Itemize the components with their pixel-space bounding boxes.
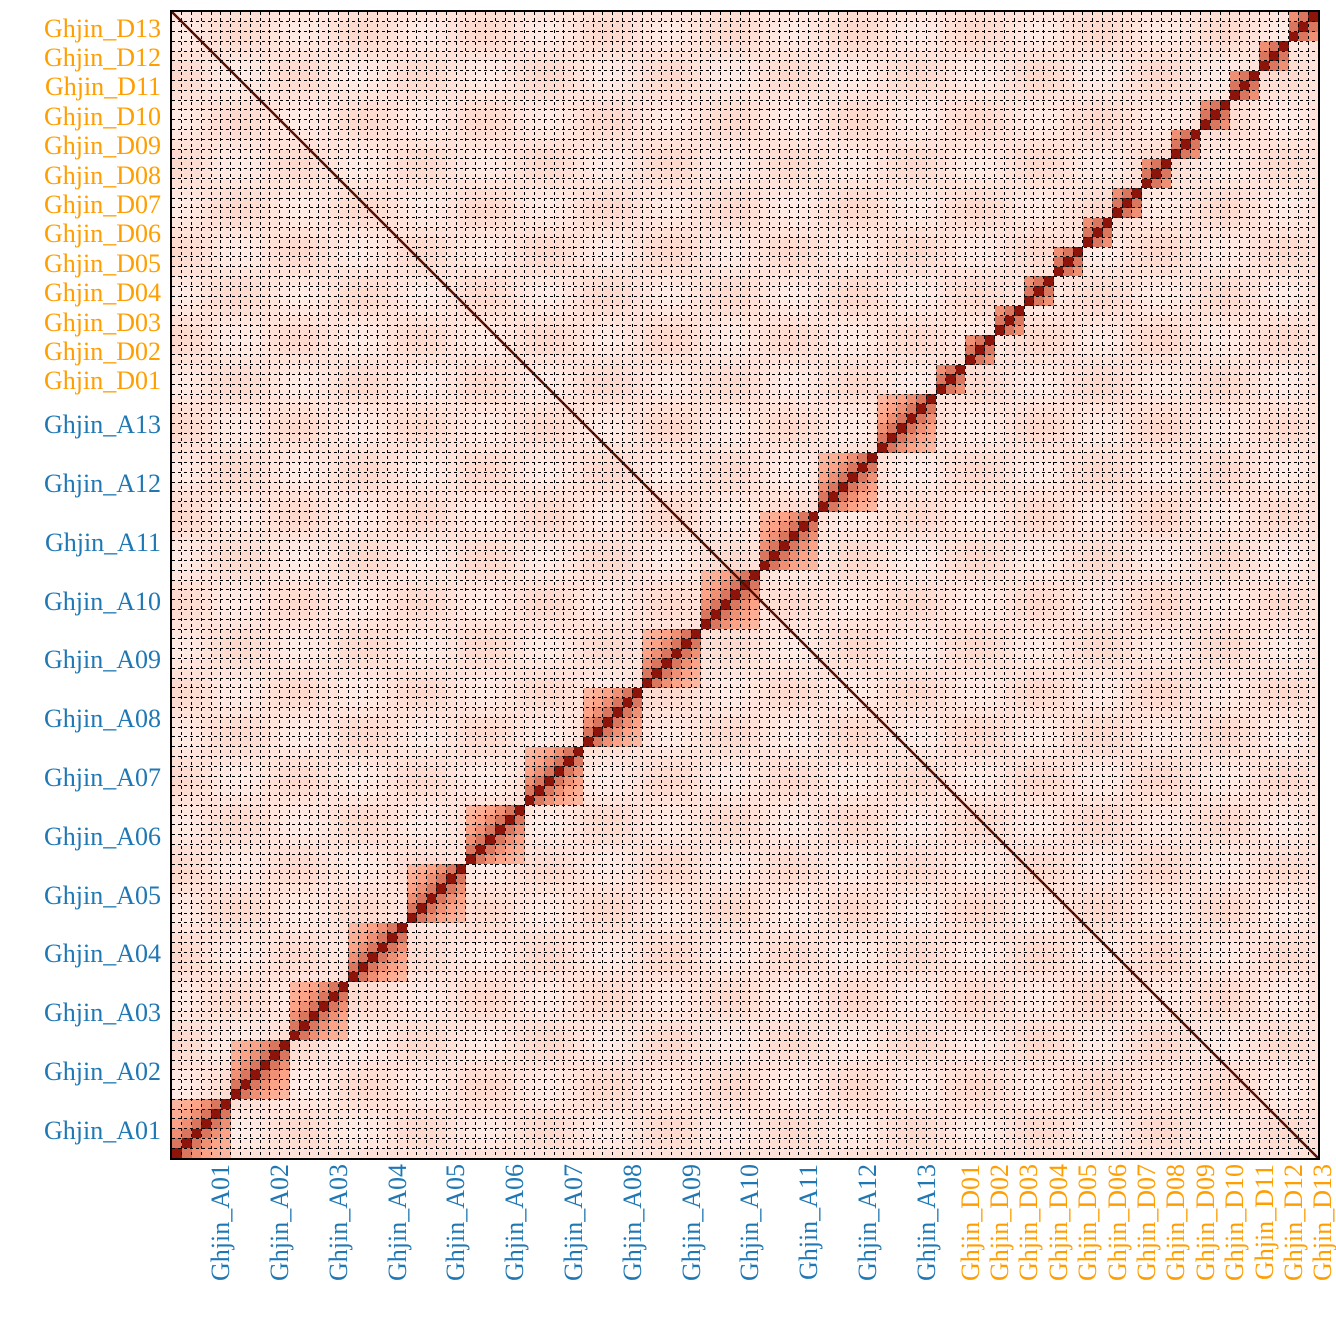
heatmap-plot — [170, 10, 1320, 1160]
